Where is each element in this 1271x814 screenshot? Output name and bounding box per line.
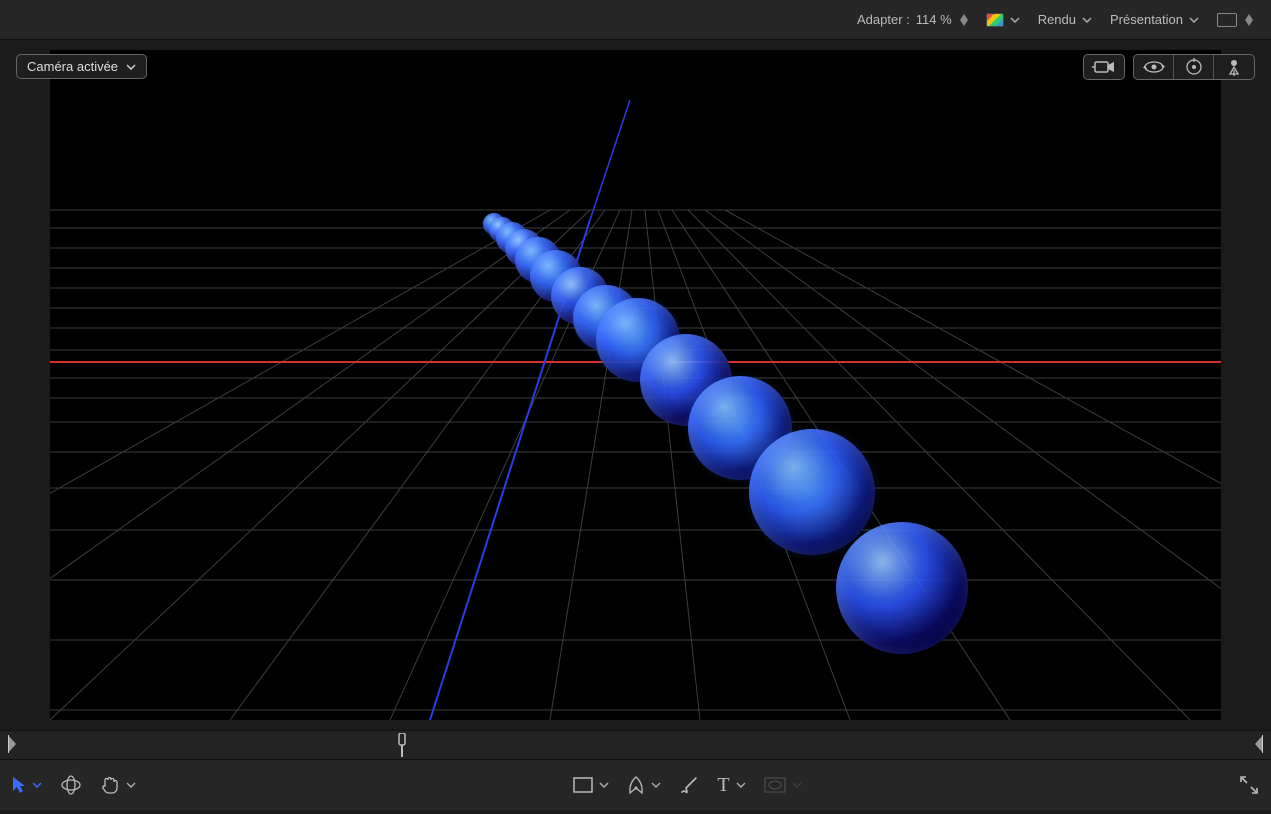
color-swatch-icon <box>986 13 1004 27</box>
camera-icon <box>1092 59 1116 75</box>
playhead[interactable] <box>395 733 409 760</box>
fit-label: Adapter : <box>857 12 910 27</box>
viewport: Caméra activée <box>0 40 1271 730</box>
canvas-3d[interactable] <box>50 50 1221 720</box>
chevron-down-icon <box>126 64 136 70</box>
grid-3d <box>50 50 1221 720</box>
text-icon: T <box>717 774 729 797</box>
render-label: Rendu <box>1038 12 1076 27</box>
pan-icon <box>1184 58 1204 76</box>
top-toolbar: Adapter : 114 % Rendu Présentation <box>0 0 1271 40</box>
chevron-down-icon <box>792 782 802 788</box>
chevron-down-icon <box>736 782 746 788</box>
hand-icon <box>100 775 120 795</box>
aspect-box-icon <box>1217 13 1237 27</box>
camera-label: Caméra activée <box>27 59 118 74</box>
brush-icon <box>679 775 699 795</box>
rectangle-icon <box>573 777 593 793</box>
camera-frame-button[interactable] <box>1083 54 1125 80</box>
chevron-down-icon <box>1189 17 1199 23</box>
rotate3d-tool[interactable] <box>60 775 82 795</box>
arrow-cursor-icon <box>12 776 26 794</box>
mask-icon <box>764 777 786 793</box>
fit-zoom-control[interactable]: Adapter : 114 % <box>857 12 968 27</box>
presentation-dropdown[interactable]: Présentation <box>1110 12 1199 27</box>
render-dropdown[interactable]: Rendu <box>1038 12 1092 27</box>
out-point-icon[interactable] <box>1253 735 1263 756</box>
chevron-down-icon <box>1082 17 1092 23</box>
mask-tool <box>764 777 802 793</box>
chevron-down-icon <box>651 782 661 788</box>
orbit-button[interactable] <box>1134 55 1174 79</box>
aspect-dropdown[interactable] <box>1217 13 1253 27</box>
zoom-value: 114 % <box>916 12 952 27</box>
ruler[interactable] <box>0 730 1271 760</box>
rectangle-tool[interactable] <box>573 777 609 793</box>
fullscreen-tool[interactable] <box>1239 775 1259 795</box>
in-point-icon[interactable] <box>8 735 18 756</box>
color-channel-dropdown[interactable] <box>986 13 1020 27</box>
presentation-label: Présentation <box>1110 12 1183 27</box>
chevron-down-icon <box>32 782 42 788</box>
expand-icon <box>1239 775 1259 795</box>
nav-3d-segment <box>1133 54 1255 80</box>
select-tool[interactable] <box>12 776 42 794</box>
chevron-down-icon <box>126 782 136 788</box>
particle-sphere <box>836 522 968 654</box>
pan-button[interactable] <box>1174 55 1214 79</box>
camera-dropdown[interactable]: Caméra activée <box>16 54 147 79</box>
chevron-down-icon <box>599 782 609 788</box>
dolly-icon <box>1226 58 1242 76</box>
dolly-button[interactable] <box>1214 55 1254 79</box>
bottom-toolbar: T <box>0 760 1271 810</box>
hand-tool[interactable] <box>100 775 136 795</box>
aspect-stepper-icon <box>1245 14 1253 26</box>
zoom-stepper-icon <box>960 14 968 26</box>
brush-tool[interactable] <box>679 775 699 795</box>
orbit-icon <box>1143 58 1165 76</box>
pen-tool[interactable] <box>627 775 661 795</box>
particle-sphere <box>749 429 875 555</box>
pen-icon <box>627 775 645 795</box>
text-tool[interactable]: T <box>717 774 745 797</box>
rotate3d-icon <box>60 775 82 795</box>
chevron-down-icon <box>1010 17 1020 23</box>
nav-3d-cluster <box>1083 54 1255 80</box>
